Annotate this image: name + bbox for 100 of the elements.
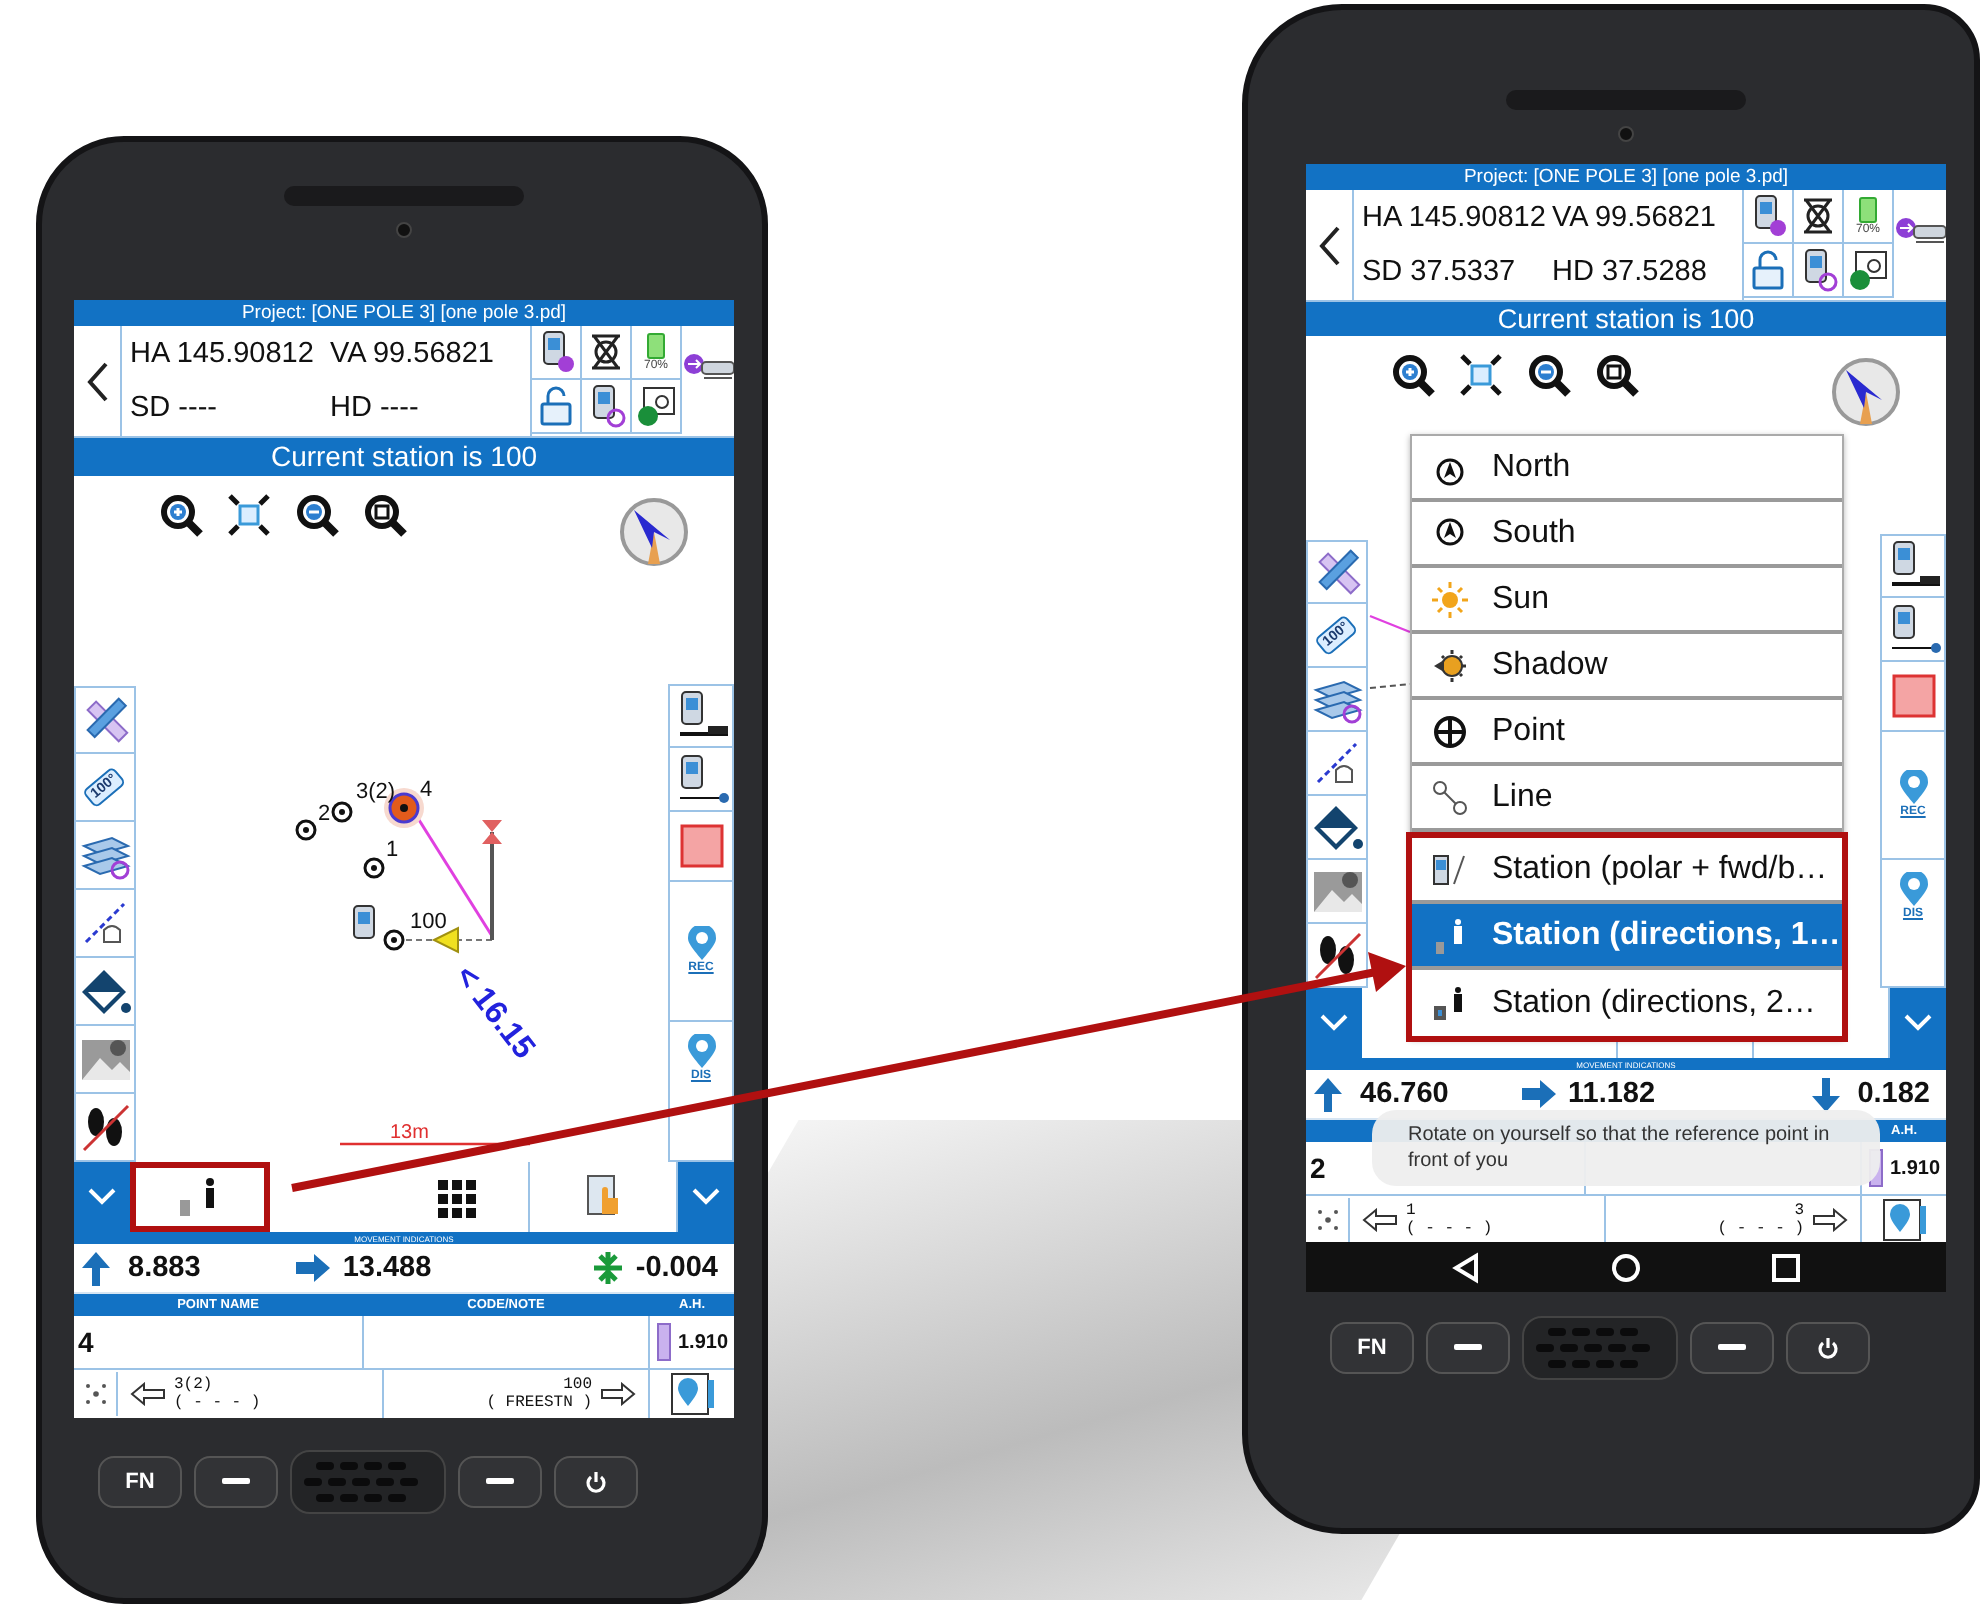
instrument-prism-icon[interactable]	[1880, 534, 1946, 598]
chevron-down-icon	[1904, 1014, 1932, 1032]
movement-value: 46.760	[1360, 1078, 1449, 1110]
instrument-marker	[353, 905, 375, 939]
point-label: 4	[420, 778, 433, 802]
antenna-height-value[interactable]: 1.910	[678, 1331, 729, 1353]
monitor-search-icon[interactable]	[632, 380, 682, 434]
shadow-sun-icon	[1432, 647, 1468, 683]
line-tap-icon[interactable]	[1306, 732, 1368, 796]
menu-item[interactable]: Station (directions, 2…	[1412, 970, 1842, 1036]
compass-icon[interactable]	[1830, 356, 1902, 428]
instrument-settings-icon[interactable]	[1794, 244, 1844, 298]
ruler-pencil-icon[interactable]	[74, 686, 136, 754]
fill-bucket-icon[interactable]	[1306, 796, 1368, 860]
direction-triangle	[431, 926, 459, 954]
zoom-extents-icon[interactable]	[226, 492, 272, 538]
scale-label: 13m	[390, 1122, 429, 1144]
menu-item[interactable]: Shadow	[1412, 634, 1842, 700]
point-marker	[331, 801, 353, 823]
person-station-icon	[1432, 985, 1468, 1021]
fn-key[interactable]: FN	[98, 1456, 182, 1508]
measurement-reading: HD 37.5288	[1552, 256, 1709, 289]
menu-item[interactable]: North	[1412, 436, 1842, 502]
instrument-icon[interactable]	[1744, 190, 1794, 244]
map-image-icon[interactable]	[74, 1026, 136, 1094]
zoom-in-icon[interactable]	[1390, 352, 1436, 398]
power-icon	[1816, 1336, 1840, 1360]
power-icon	[584, 1470, 608, 1494]
home-icon[interactable]	[1610, 1251, 1642, 1283]
square-icon[interactable]	[668, 812, 734, 882]
map-image-icon[interactable]	[1306, 860, 1368, 924]
compass-south-icon	[1432, 515, 1468, 551]
right-arrow-icon	[1520, 1075, 1560, 1113]
padlock-icon[interactable]	[1744, 244, 1794, 298]
zoom-window-icon[interactable]	[1594, 352, 1640, 398]
line-tap-icon[interactable]	[74, 890, 136, 958]
instrument-point-icon[interactable]	[668, 748, 734, 812]
measurement-reading: SD ----	[130, 392, 219, 425]
zoom-out-icon[interactable]	[294, 492, 340, 538]
footprints-icon[interactable]	[74, 1094, 136, 1162]
sun-icon	[1432, 581, 1468, 617]
menu-item[interactable]: Station (polar + fwd/b…	[1412, 838, 1842, 904]
point-marker	[295, 819, 317, 841]
right-arrow-icon	[1812, 1207, 1848, 1231]
line-segment-icon	[1432, 779, 1468, 815]
measurement-reading: VA 99.56821	[1552, 201, 1718, 234]
minus-key[interactable]	[1426, 1322, 1510, 1374]
layers-settings-icon[interactable]	[1306, 668, 1368, 732]
instrument-prism-icon[interactable]	[668, 684, 734, 748]
minus-key[interactable]	[1690, 1322, 1774, 1374]
project-title: Project: [ONE POLE 3] [one pole 3.pd]	[74, 300, 734, 326]
zoom-out-icon[interactable]	[1526, 352, 1572, 398]
prism-pole-marker	[482, 820, 502, 940]
hand-tap-icon	[583, 1173, 623, 1221]
measurement-reading: HA 145.90812	[1362, 201, 1548, 234]
camera-lens	[1618, 126, 1634, 142]
zoom-window-icon[interactable]	[362, 492, 408, 538]
station-banner: Current station is 100	[74, 438, 734, 476]
zoom-extents-icon[interactable]	[1458, 352, 1504, 398]
fill-bucket-icon[interactable]	[74, 958, 136, 1026]
point-label: 3(2)	[356, 780, 396, 804]
minus-key[interactable]	[458, 1456, 542, 1508]
instrument-settings-icon[interactable]	[582, 380, 632, 434]
chevron-down-icon	[692, 1188, 720, 1206]
compass-icon[interactable]	[618, 496, 690, 568]
right-arrow-icon	[294, 1249, 335, 1287]
zoom-in-icon[interactable]	[158, 492, 204, 538]
target-icon[interactable]	[582, 326, 632, 380]
power-key[interactable]	[554, 1456, 638, 1508]
ruler-pencil-icon[interactable]	[1306, 540, 1368, 604]
padlock-icon[interactable]	[532, 380, 582, 434]
power-key[interactable]	[1786, 1322, 1870, 1374]
left-arrow-icon	[130, 1382, 166, 1406]
menu-item[interactable]: Point	[1412, 700, 1842, 766]
point-label: 100	[410, 910, 447, 934]
minus-key[interactable]	[194, 1456, 278, 1508]
menu-item[interactable]: South	[1412, 502, 1842, 568]
survey-line	[1369, 683, 1411, 689]
menu-item[interactable]: Station (directions, 1…	[1412, 904, 1842, 970]
target-icon[interactable]	[1794, 190, 1844, 244]
point-label: 1	[386, 838, 399, 862]
fn-key[interactable]: FN	[1330, 1322, 1414, 1374]
station-banner: Current station is 100	[1306, 302, 1946, 336]
point-label: 2	[318, 802, 331, 826]
layers-settings-icon[interactable]	[74, 822, 136, 890]
left-arrow-icon	[1362, 1207, 1398, 1231]
instrument-point-icon[interactable]	[1880, 598, 1946, 662]
menu-item[interactable]: Sun	[1412, 568, 1842, 634]
hint-toast: Rotate on yourself so that the reference point in front of you	[1372, 1110, 1880, 1186]
recents-icon[interactable]	[1770, 1251, 1802, 1283]
point-name-cell[interactable]: 4	[74, 1316, 364, 1368]
minus-icon	[222, 1478, 250, 1486]
monitor-search-icon[interactable]	[1844, 244, 1894, 298]
antenna-height-value[interactable]: 1.910	[1890, 1157, 1941, 1179]
right-arrow-icon	[600, 1382, 636, 1406]
pole-height-icon	[656, 1322, 672, 1362]
menu-item[interactable]: Line	[1412, 766, 1842, 832]
square-icon[interactable]	[1880, 662, 1946, 732]
instrument-icon[interactable]	[532, 326, 582, 380]
back-icon[interactable]	[1450, 1251, 1482, 1283]
